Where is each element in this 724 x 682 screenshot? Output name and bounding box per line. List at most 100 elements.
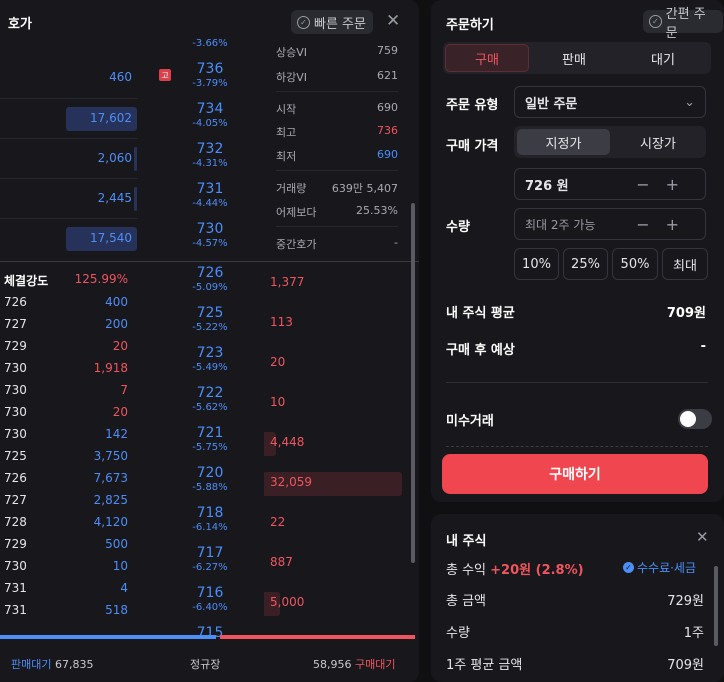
info-row: 하강VI 621 — [276, 69, 398, 84]
buy-button[interactable]: 구매하기 — [442, 454, 708, 494]
scrollbar[interactable] — [714, 566, 718, 646]
avg-label: 내 주식 평균 — [446, 306, 515, 321]
margin-toggle[interactable] — [678, 409, 712, 429]
session-label: 정규장 — [190, 658, 221, 671]
price-stepper[interactable]: −+ — [636, 175, 695, 194]
info-row: 거래량 639만 5,407 — [276, 182, 398, 195]
order-type-value: 일반 주문 — [525, 96, 578, 112]
bid-qty[interactable]: 5,000 — [270, 595, 304, 609]
sell-wait-ratio-bar — [0, 635, 216, 639]
price-input[interactable]: 726 원 −+ — [514, 168, 706, 200]
qty-label: 수량 — [446, 626, 470, 641]
my-stock-panel: 내 주식 ✕ 총 수익 +20원 (2.8%) ✓ 수수료·세금 총 금액 72… — [431, 514, 724, 682]
info-row: 중간호가 - — [276, 236, 398, 251]
sell-qty[interactable]: 2,060 — [0, 151, 132, 165]
bid-qty[interactable]: 113 — [270, 315, 293, 329]
tab-sell[interactable]: 판매 — [532, 44, 616, 72]
after-value: - — [700, 339, 706, 354]
buy-wait-ratio-bar — [220, 635, 415, 639]
qty-label: 수량 — [446, 220, 470, 235]
price-row[interactable]: 725 -5.22% — [160, 305, 260, 333]
order-panel: 주문하기 ✓ 간편 주문 구매 판매 대기 주문 유형 일반 주문 ⌄ 구매 가… — [431, 0, 724, 502]
info-row: 최저 690 — [276, 148, 398, 163]
avg-label: 1주 평균 금액 — [446, 658, 523, 673]
sell-wait-label: 판매대기 67,835 — [11, 658, 94, 671]
check-circle-icon: ✓ — [649, 15, 662, 28]
order-title: 주문하기 — [446, 18, 494, 33]
bid-qty[interactable]: 10 — [270, 395, 285, 409]
info-row: 시작 690 — [276, 101, 398, 116]
sell-qty[interactable]: 2,445 — [0, 191, 132, 205]
profit-row: 총 수익 +20원 (2.8%) — [446, 563, 584, 578]
sell-qty[interactable]: 460 — [0, 70, 132, 84]
margin-label: 미수거래 — [446, 414, 494, 429]
price-row[interactable]: 722 -5.62% — [160, 385, 260, 413]
tab-pending[interactable]: 대기 — [619, 44, 707, 72]
price-row-partial[interactable]: -3.66% — [160, 37, 260, 49]
price-row[interactable]: 716 -6.40% — [160, 585, 260, 613]
limit-price-option[interactable]: 지정가 — [517, 129, 610, 155]
tab-buy[interactable]: 구매 — [445, 44, 529, 72]
simple-order-button[interactable]: ✓ 간편 주문 — [643, 7, 723, 41]
sell-qty-bar — [134, 187, 137, 211]
qty-input[interactable]: 최대 2주 가능 −+ — [514, 208, 706, 240]
sell-qty-bar — [134, 147, 137, 171]
bid-qty[interactable]: 1,377 — [270, 275, 304, 289]
close-icon[interactable]: ✕ — [386, 11, 400, 31]
price-row[interactable]: 734 -4.05% — [160, 101, 260, 129]
sell-qty[interactable]: 17,602 — [0, 111, 132, 125]
fee-link[interactable]: ✓ 수수료·세금 — [623, 559, 696, 576]
info-row: 상승VI 759 — [276, 44, 398, 59]
info-row: 어제보다 25.53% — [276, 204, 398, 219]
my-stock-title: 내 주식 — [446, 534, 487, 549]
qty-value: 1주 — [683, 626, 704, 641]
bid-qty[interactable]: 32,059 — [270, 475, 312, 489]
chevron-down-icon: ⌄ — [684, 94, 695, 110]
market-price-option[interactable]: 시장가 — [613, 129, 703, 155]
total-label: 총 금액 — [446, 594, 487, 609]
pct-50-button[interactable]: 50% — [612, 248, 658, 280]
max-button[interactable]: 최대 — [662, 248, 708, 280]
price-row[interactable]: 718 -6.14% — [160, 505, 260, 533]
bid-qty[interactable]: 22 — [270, 515, 285, 529]
price-row[interactable]: 732 -4.31% — [160, 141, 260, 169]
fee-label: 수수료·세금 — [637, 561, 697, 575]
after-label: 구매 후 예상 — [446, 343, 515, 358]
order-type-label: 주문 유형 — [446, 98, 499, 113]
sell-qty[interactable]: 17,540 — [0, 231, 132, 245]
quick-order-button[interactable]: ✓ 빠른 주문 — [291, 10, 373, 34]
close-icon[interactable]: ✕ — [696, 528, 709, 546]
pct-10-button[interactable]: 10% — [514, 248, 559, 280]
buy-wait-label: 58,956 구매대기 — [313, 658, 396, 671]
scrollbar[interactable] — [411, 203, 415, 563]
price-row[interactable]: 736 -3.79% — [160, 61, 260, 89]
check-circle-icon: ✓ — [623, 562, 634, 573]
price-row[interactable]: 721 -5.75% — [160, 425, 260, 453]
order-type-select[interactable]: 일반 주문 ⌄ — [514, 86, 706, 118]
info-row: 최고 736 — [276, 124, 398, 139]
avg-value: 709원 — [666, 306, 706, 321]
price-row[interactable]: 723 -5.49% — [160, 345, 260, 373]
qty-stepper[interactable]: −+ — [636, 215, 695, 234]
price-row[interactable]: 717 -6.27% — [160, 545, 260, 573]
avg-value: 709원 — [667, 658, 704, 673]
total-value: 729원 — [667, 594, 704, 609]
price-row[interactable]: 730 -4.57% — [160, 221, 260, 249]
bid-qty[interactable]: 4,448 — [270, 435, 304, 449]
check-circle-icon: ✓ — [297, 15, 310, 29]
bid-qty[interactable]: 20 — [270, 355, 285, 369]
buy-price-label: 구매 가격 — [446, 139, 499, 154]
quick-order-label: 빠른 주문 — [314, 16, 366, 32]
price-value: 726 원 — [525, 178, 569, 194]
orderbook-panel: 호가 ✓ 빠른 주문 ✕ -3.66% 460 17,602 2,060 2,4… — [0, 0, 419, 682]
simple-order-label: 간편 주문 — [665, 6, 706, 41]
faded-row — [446, 446, 708, 454]
toggle-knob — [680, 411, 696, 427]
bid-qty[interactable]: 887 — [270, 555, 293, 569]
price-row[interactable]: 726 -5.09% — [160, 265, 260, 293]
pct-25-button[interactable]: 25% — [563, 248, 608, 280]
qty-placeholder: 최대 2주 가능 — [525, 217, 596, 232]
price-row[interactable]: 720 -5.88% — [160, 465, 260, 493]
price-row[interactable]: 731 -4.44% — [160, 181, 260, 209]
orderbook-title: 호가 — [8, 17, 32, 32]
